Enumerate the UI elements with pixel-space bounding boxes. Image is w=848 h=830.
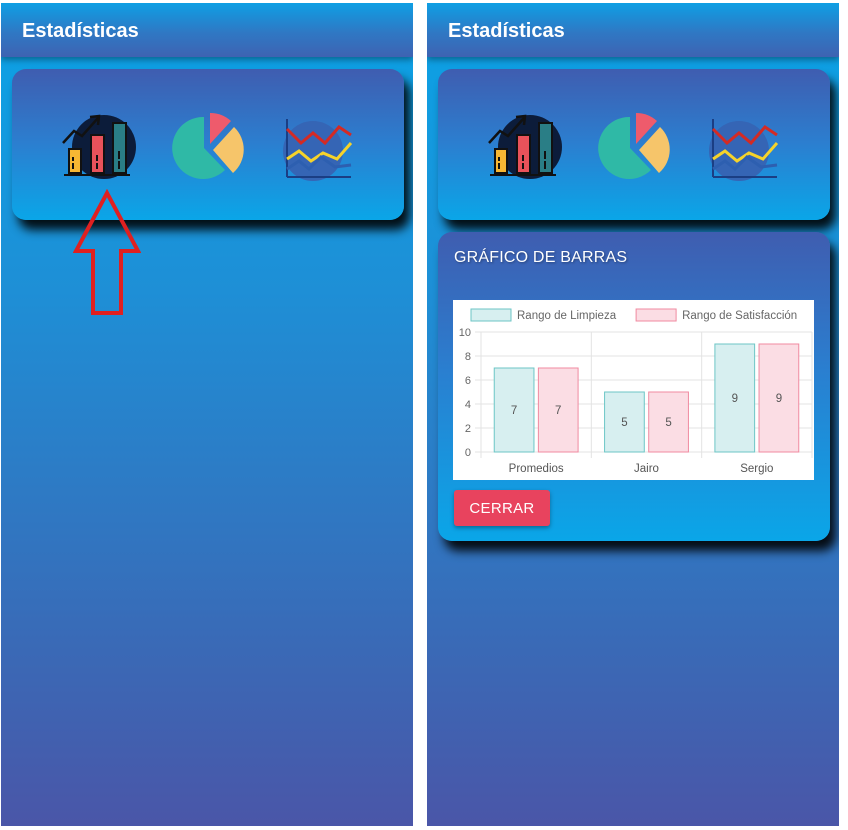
data-label: 7 bbox=[511, 405, 517, 417]
chart-selector-card bbox=[12, 69, 404, 220]
screen-right: Estadísticas GRÁFICO DE BARRAS Rango de … bbox=[427, 3, 839, 826]
legend-swatch bbox=[470, 308, 512, 322]
app-title: Estadísticas bbox=[448, 20, 565, 42]
x-tick-label: Jairo bbox=[634, 463, 659, 475]
legend-label: Rango de Limpieza bbox=[517, 310, 617, 322]
data-label: 9 bbox=[776, 393, 782, 405]
pie-chart-icon[interactable] bbox=[595, 111, 671, 181]
y-tick-label: 0 bbox=[465, 447, 471, 459]
data-label: 5 bbox=[621, 417, 627, 429]
pie-chart-icon[interactable] bbox=[169, 111, 245, 181]
line-chart-icon[interactable] bbox=[705, 111, 781, 181]
line-chart-icon[interactable] bbox=[279, 111, 355, 181]
y-tick-label: 4 bbox=[465, 399, 471, 411]
close-button[interactable]: CERRAR bbox=[454, 490, 550, 526]
chart-selector-card bbox=[438, 69, 830, 220]
bar-chart-svg: Rango de Limpieza Rango de Satisfacción 0 2… bbox=[459, 308, 813, 475]
y-tick-label: 8 bbox=[465, 351, 471, 363]
x-tick-label: Sergio bbox=[740, 463, 773, 475]
bar-chart-icon[interactable] bbox=[60, 111, 136, 181]
screen-left: Estadísticas bbox=[1, 3, 413, 826]
bar-chart: Rango de Limpieza Rango de Satisfacción 0 2… bbox=[453, 300, 814, 480]
legend-swatch bbox=[635, 308, 677, 322]
app-header: Estadísticas bbox=[427, 3, 839, 57]
data-label: 5 bbox=[665, 417, 671, 429]
bar-chart-icon[interactable] bbox=[486, 111, 562, 181]
y-tick-label: 6 bbox=[465, 375, 471, 387]
app-title: Estadísticas bbox=[22, 20, 139, 42]
up-arrow-pointer bbox=[73, 189, 141, 315]
data-label: 7 bbox=[555, 405, 561, 417]
bar-chart-card: GRÁFICO DE BARRAS Rango de Limpieza Rango… bbox=[438, 232, 830, 541]
data-label: 9 bbox=[732, 393, 738, 405]
chart-title: GRÁFICO DE BARRAS bbox=[454, 249, 628, 266]
y-tick-label: 10 bbox=[459, 327, 471, 339]
y-tick-label: 2 bbox=[465, 423, 471, 435]
app-header: Estadísticas bbox=[1, 3, 413, 57]
legend-label: Rango de Satisfacción bbox=[682, 310, 797, 322]
x-tick-label: Promedios bbox=[509, 463, 564, 475]
